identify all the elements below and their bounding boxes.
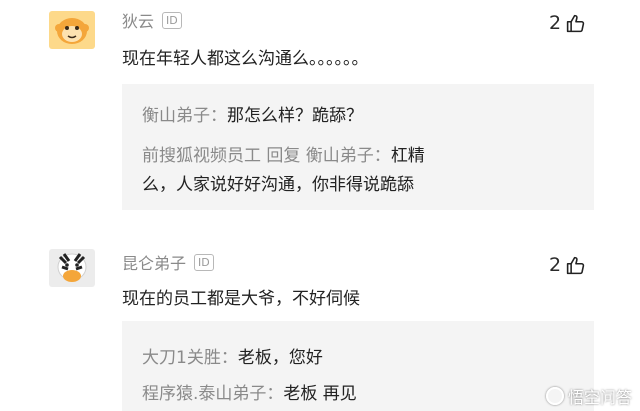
- like-button[interactable]: 2: [549, 254, 586, 276]
- reply-text: 杠精: [390, 146, 425, 166]
- reply-item: 大刀1关胜：老板，您好: [142, 343, 323, 368]
- reply-text: 老板 再见: [283, 384, 357, 404]
- like-count: 2: [549, 254, 562, 276]
- reply-author[interactable]: 程序猿.泰山弟子：: [142, 384, 283, 404]
- username[interactable]: 狄云: [122, 8, 154, 32]
- wukong-logo-icon: [545, 387, 564, 405]
- thumbs-up-icon: [566, 14, 585, 32]
- avatar[interactable]: [49, 249, 95, 287]
- avatar[interactable]: [49, 11, 95, 49]
- id-badge: ID: [194, 253, 214, 271]
- watermark-text: 悟空问答: [567, 388, 632, 407]
- reply-item: 程序猿.泰山弟子：老板 再见: [142, 379, 357, 404]
- reply-item: 衡山弟子：那怎么样？跪舔？: [142, 101, 363, 126]
- zebra-icon: [57, 253, 87, 282]
- comment-item: 狄云 ID 2 现在年轻人都这么沟通么。。。。。。 衡山弟子：那怎么样？跪舔？ …: [0, 0, 640, 220]
- watermark: 悟空问答: [545, 384, 632, 408]
- monkey-icon: [55, 18, 89, 44]
- reply-text: 老板，您好: [237, 348, 323, 368]
- like-button[interactable]: 2: [549, 12, 586, 34]
- reply-author[interactable]: 衡山弟子：: [142, 106, 227, 126]
- id-badge: ID: [162, 11, 182, 29]
- comment-text: 现在的员工都是大爷，不好伺候: [122, 289, 360, 309]
- reply-item: 前搜狐视频员工 回复 衡山弟子：杠精: [142, 141, 425, 166]
- comment-item: 昆仑弟子 ID 2 现在的员工都是大爷，不好伺候 大刀1关胜：老板，您好 程序猿…: [0, 240, 640, 411]
- reply-author[interactable]: 前搜狐视频员工 回复 衡山弟子：: [142, 146, 391, 166]
- like-count: 2: [549, 12, 562, 34]
- comment-text: 现在年轻人都这么沟通么。。。。。。: [122, 49, 369, 69]
- reply-continuation: 么，人家说好好沟通，你非得说跪舔: [142, 170, 414, 195]
- reply-text: 那怎么样？跪舔？: [227, 106, 363, 126]
- reply-author[interactable]: 大刀1关胜：: [142, 348, 238, 368]
- username[interactable]: 昆仑弟子: [122, 250, 186, 274]
- reply-text: 么，人家说好好沟通，你非得说跪舔: [142, 175, 414, 195]
- reply-box: 大刀1关胜：老板，您好 程序猿.泰山弟子：老板 再见: [122, 321, 594, 411]
- thumbs-up-icon: [566, 256, 585, 274]
- reply-box: 衡山弟子：那怎么样？跪舔？ 前搜狐视频员工 回复 衡山弟子：杠精 么，人家说好好…: [122, 84, 594, 210]
